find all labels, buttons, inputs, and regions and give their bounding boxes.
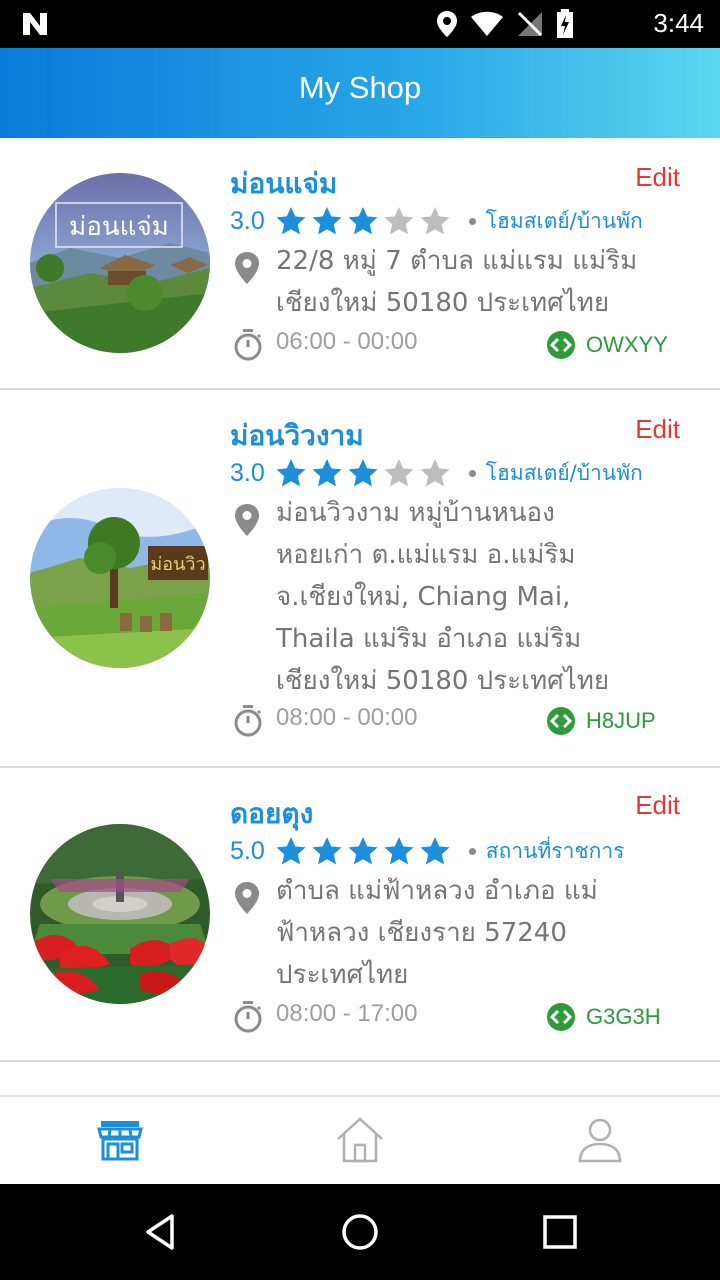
thumbnail-watermark: ม่อนแจ่ม	[69, 212, 169, 242]
shop-category: โฮมสเตย์/บ้านพัก	[468, 457, 643, 490]
shop-card[interactable]: ดอยตุง Edit 5.0 สถานที่ราชการ ตำบล แม่ฟ้…	[0, 768, 720, 1062]
location-pin-icon	[235, 252, 259, 284]
back-icon[interactable]	[140, 1212, 180, 1252]
shop-address: 22/8 หมู่ 7 ตำบล แม่แรม แม่ริม เชียงใหม่…	[276, 246, 638, 318]
code-icon	[547, 331, 575, 359]
shop-card-partial[interactable]	[0, 1078, 720, 1095]
star-rating	[275, 835, 455, 867]
shop-hours: 08:00 - 17:00	[276, 1000, 418, 1027]
store-icon	[97, 1121, 143, 1161]
recents-icon[interactable]	[540, 1212, 580, 1252]
timer-icon	[234, 329, 262, 361]
star-filled-icon	[312, 459, 342, 487]
page-title: My Shop	[298, 70, 422, 105]
location-pin-icon	[235, 504, 259, 536]
notification-n-icon	[23, 13, 47, 35]
star-filled-icon	[420, 837, 450, 865]
shop-thumbnail: ม่อนวิว	[30, 488, 210, 668]
hours-row: 08:00 - 00:00	[232, 702, 532, 738]
shop-code-row[interactable]: G3G3H	[546, 1000, 661, 1034]
shop-address: ม่อนวิวงาม หมู่บ้านหนอง หอยเก่า ต.แม่แรม…	[276, 498, 610, 696]
shop-name[interactable]: ม่อนแจ่ม	[230, 162, 337, 206]
code-icon	[547, 1003, 575, 1031]
star-empty-icon	[384, 459, 414, 487]
star-rating	[275, 205, 455, 237]
star-filled-icon	[276, 837, 306, 865]
shop-code-row[interactable]: H8JUP	[546, 704, 656, 738]
star-filled-icon	[348, 207, 378, 235]
location-pin-icon	[235, 882, 259, 914]
shop-code: G3G3H	[586, 1004, 661, 1029]
hours-row: 08:00 - 17:00	[232, 998, 532, 1034]
profile-icon	[578, 1118, 622, 1163]
star-filled-icon	[348, 459, 378, 487]
shop-category: โฮมสเตย์/บ้านพัก	[468, 205, 643, 238]
timer-icon	[234, 1001, 262, 1033]
shop-list[interactable]: ม่อนแจ่ม ม่อนแจ่ม Edit 3.0 โฮมสเตย์/บ้าน…	[0, 138, 720, 1095]
star-filled-icon	[312, 207, 342, 235]
address-row: 22/8 หมู่ 7 ตำบล แม่แรม แม่ริม เชียงใหม่…	[232, 240, 692, 324]
shop-hours: 06:00 - 00:00	[276, 328, 418, 355]
shop-name[interactable]: ม่อนวิวงาม	[230, 414, 364, 458]
nav-my-shop[interactable]	[95, 1115, 145, 1165]
rating-row: 3.0 โฮมสเตย์/บ้านพัก	[230, 456, 643, 490]
address-row: ตำบล แม่ฟ้าหลวง อำเภอ แม่ ฟ้าหลวง เชียงร…	[232, 870, 692, 996]
address-row: ม่อนวิวงาม หมู่บ้านหนอง หอยเก่า ต.แม่แรม…	[232, 492, 692, 702]
no-signal-icon	[517, 11, 543, 37]
thumbnail-sign: ม่อนวิว	[150, 554, 205, 575]
rating-row: 5.0 สถานที่ราชการ	[230, 834, 624, 868]
system-navigation-bar	[0, 1184, 720, 1280]
code-icon	[547, 707, 575, 735]
star-filled-icon	[276, 459, 306, 487]
star-filled-icon	[312, 837, 342, 865]
shop-name[interactable]: ดอยตุง	[230, 792, 313, 836]
star-filled-icon	[384, 837, 414, 865]
star-empty-icon	[420, 207, 450, 235]
shop-category: สถานที่ราชการ	[468, 835, 624, 868]
star-empty-icon	[420, 459, 450, 487]
nav-profile[interactable]	[575, 1115, 625, 1165]
edit-button[interactable]: Edit	[635, 162, 680, 193]
app-bar: My Shop	[0, 48, 720, 138]
rating-value: 3.0	[230, 206, 265, 235]
location-status-icon	[437, 11, 457, 37]
rating-value: 5.0	[230, 836, 265, 865]
home-circle-icon[interactable]	[340, 1212, 380, 1252]
star-empty-icon	[384, 207, 414, 235]
shop-card[interactable]: ม่อนแจ่ม ม่อนแจ่ม Edit 3.0 โฮมสเตย์/บ้าน…	[0, 138, 720, 390]
shop-hours: 08:00 - 00:00	[276, 704, 418, 731]
status-time: 3:44	[653, 8, 704, 38]
edit-button[interactable]: Edit	[635, 790, 680, 821]
edit-button[interactable]: Edit	[635, 414, 680, 445]
battery-charging-icon	[557, 9, 573, 38]
star-filled-icon	[276, 207, 306, 235]
star-rating	[275, 457, 455, 489]
nav-home[interactable]	[335, 1115, 385, 1165]
home-icon	[337, 1117, 383, 1163]
hours-row: 06:00 - 00:00	[232, 326, 532, 362]
timer-icon	[234, 705, 262, 737]
shop-code-row[interactable]: OWXYY	[546, 328, 668, 362]
status-bar: 3:44	[0, 0, 720, 48]
shop-thumbnail	[30, 824, 210, 1004]
shop-card[interactable]: ม่อนวิว ม่อนวิวงาม Edit 3.0 โฮมสเตย์/บ้า…	[0, 390, 720, 768]
shop-address: ตำบล แม่ฟ้าหลวง อำเภอ แม่ ฟ้าหลวง เชียงร…	[276, 876, 598, 990]
rating-value: 3.0	[230, 458, 265, 487]
bottom-navigation	[0, 1095, 720, 1184]
rating-row: 3.0 โฮมสเตย์/บ้านพัก	[230, 204, 643, 238]
star-filled-icon	[348, 837, 378, 865]
wifi-icon	[471, 11, 503, 36]
shop-thumbnail: ม่อนแจ่ม	[30, 173, 210, 353]
shop-code: OWXYY	[586, 332, 668, 357]
shop-code: H8JUP	[586, 708, 656, 733]
